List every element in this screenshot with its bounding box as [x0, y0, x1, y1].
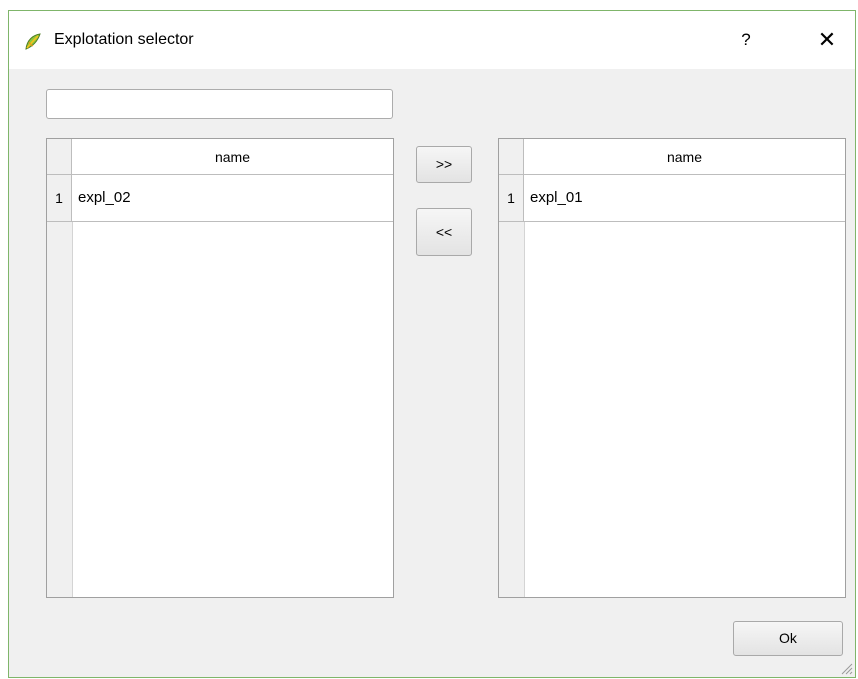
help-icon: ? [741, 30, 751, 49]
qgis-leaf-icon [25, 33, 41, 50]
table-cell-name[interactable]: expl_02 [72, 175, 393, 221]
available-table[interactable]: name 1 expl_02 [46, 138, 394, 598]
remove-button[interactable]: << [416, 208, 472, 256]
ok-button[interactable]: Ok [733, 621, 843, 656]
row-number[interactable]: 1 [47, 175, 72, 221]
search-input[interactable] [46, 89, 393, 119]
table-cell-name[interactable]: expl_01 [524, 175, 845, 221]
help-button[interactable]: ? [731, 25, 761, 55]
resize-grip-icon[interactable] [839, 661, 853, 675]
table-corner-button[interactable] [47, 139, 72, 175]
add-button[interactable]: >> [416, 146, 472, 183]
column-header-name[interactable]: name [72, 139, 393, 175]
table-row[interactable]: 1 expl_01 [499, 175, 845, 222]
close-button[interactable]: ✕ [809, 25, 845, 55]
table-row[interactable]: 1 expl_02 [47, 175, 393, 222]
table-corner-button[interactable] [499, 139, 524, 175]
column-header-name[interactable]: name [524, 139, 845, 175]
close-icon: ✕ [817, 27, 837, 52]
explotation-selector-dialog: Explotation selector ? ✕ name 1 expl_02 … [8, 10, 856, 678]
dialog-title: Explotation selector [54, 31, 194, 48]
selected-table[interactable]: name 1 expl_01 [498, 138, 846, 598]
row-number[interactable]: 1 [499, 175, 524, 221]
title-bar[interactable]: Explotation selector ? ✕ [9, 11, 855, 69]
